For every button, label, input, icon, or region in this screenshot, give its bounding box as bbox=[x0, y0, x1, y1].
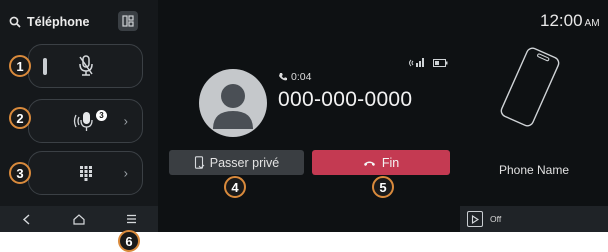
callout-5: 5 bbox=[372, 176, 394, 198]
callout-4: 4 bbox=[224, 176, 246, 198]
left-control-panel: Téléphone 3 › › 1 2 3 bbox=[0, 0, 158, 232]
callout-6: 6 bbox=[118, 230, 140, 252]
hang-up-icon bbox=[363, 161, 375, 166]
app-title: Téléphone bbox=[27, 15, 90, 29]
split-screen-button[interactable] bbox=[118, 11, 138, 31]
signal-strength-icon bbox=[409, 58, 424, 67]
phone-call-screen: Téléphone 3 › › 1 2 3 0:04 000-000-0000 … bbox=[0, 0, 608, 252]
system-navigation-bar bbox=[0, 206, 158, 232]
mic-level-badge: 3 bbox=[96, 110, 107, 121]
menu-button[interactable] bbox=[105, 214, 158, 224]
split-screen-icon bbox=[122, 15, 134, 27]
keypad-button[interactable]: › bbox=[28, 151, 143, 195]
clock-ampm: AM bbox=[584, 18, 600, 29]
call-duration: 0:04 bbox=[291, 71, 312, 83]
play-icon bbox=[471, 214, 479, 224]
callout-2: 2 bbox=[9, 107, 31, 129]
menu-icon bbox=[127, 214, 137, 224]
call-timer: 0:04 bbox=[278, 71, 311, 83]
battery-icon bbox=[433, 59, 448, 67]
chevron-right-icon: › bbox=[123, 113, 128, 129]
media-status-label: Off bbox=[490, 214, 502, 224]
call-active-icon bbox=[279, 73, 287, 81]
contact-avatar bbox=[199, 69, 267, 137]
chevron-right-icon: › bbox=[123, 165, 128, 181]
clock-time: 12:00 bbox=[540, 11, 583, 30]
search-icon[interactable] bbox=[9, 16, 21, 28]
callout-1: 1 bbox=[9, 55, 31, 77]
caller-phone-number: 000-000-0000 bbox=[278, 88, 413, 111]
end-call-button[interactable]: Fin bbox=[312, 150, 450, 175]
status-clock: 12:00 AM bbox=[540, 11, 600, 31]
page-margin bbox=[0, 232, 608, 252]
play-button[interactable] bbox=[467, 211, 483, 227]
mute-microphone-button[interactable] bbox=[28, 44, 143, 88]
mute-status-indicator bbox=[43, 58, 47, 75]
private-mode-label: Passer privé bbox=[209, 155, 280, 170]
chevron-left-icon bbox=[22, 213, 30, 225]
connected-device-name: Phone Name bbox=[498, 163, 570, 177]
person-silhouette-icon bbox=[213, 84, 253, 129]
mic-volume-button[interactable]: 3 › bbox=[28, 99, 143, 143]
callout-3: 3 bbox=[9, 162, 31, 184]
app-header: Téléphone bbox=[9, 11, 90, 33]
media-player-strip[interactable]: Off bbox=[460, 206, 608, 232]
private-mode-button[interactable]: Passer privé bbox=[169, 150, 304, 175]
home-button[interactable] bbox=[53, 213, 106, 225]
end-call-label: Fin bbox=[381, 155, 400, 170]
home-icon bbox=[73, 213, 85, 225]
keypad-icon bbox=[79, 166, 92, 181]
phone-handset-icon bbox=[194, 156, 205, 169]
phone-device-icon bbox=[500, 47, 560, 127]
back-button[interactable] bbox=[0, 213, 53, 225]
mic-muted-icon bbox=[78, 55, 93, 76]
